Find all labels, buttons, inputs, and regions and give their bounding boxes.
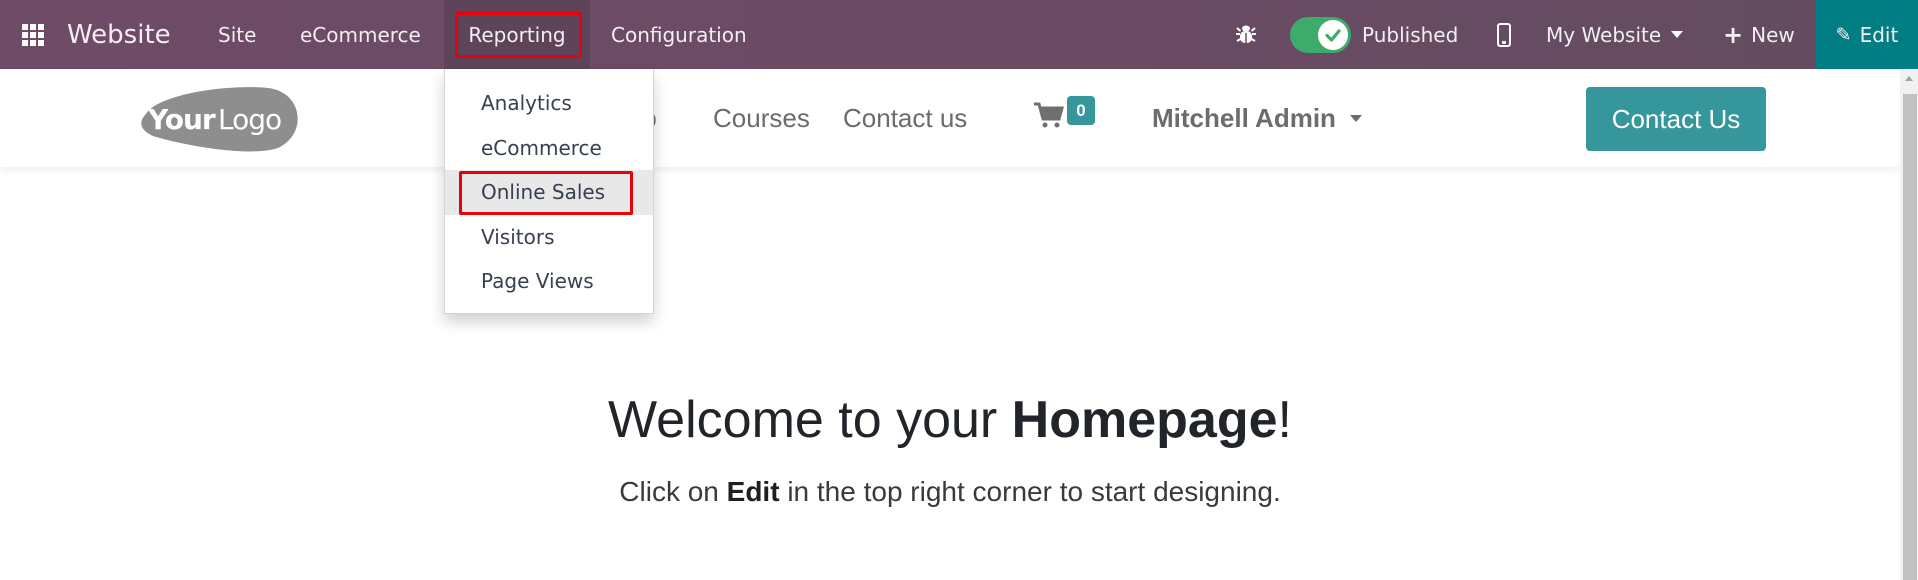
website-header: Your Logo Shop Courses Contact us 0 Mitc… xyxy=(0,69,1900,167)
debug-button[interactable] xyxy=(1236,0,1258,69)
nav-courses[interactable]: Courses xyxy=(713,69,810,167)
site-logo[interactable]: Your Logo xyxy=(138,84,304,154)
user-name: Mitchell Admin xyxy=(1152,102,1336,133)
hero-sub-text: Click on xyxy=(619,476,727,507)
pencil-icon: ✎ xyxy=(1835,23,1852,46)
hero-sub-suffix: in the top right corner to start designi… xyxy=(779,476,1281,507)
website-selector-label: My Website xyxy=(1546,22,1662,47)
caret-down-icon xyxy=(1671,31,1684,38)
contact-us-button[interactable]: Contact Us xyxy=(1586,87,1766,151)
scrollbar-thumb[interactable] xyxy=(1903,94,1917,580)
toggle-track xyxy=(1290,16,1351,53)
dropdown-item-visitors[interactable]: Visitors xyxy=(445,215,653,260)
menu-configuration[interactable]: Configuration xyxy=(611,0,747,69)
highlight-box xyxy=(459,171,633,215)
dropdown-item-label: Analytics xyxy=(481,91,572,116)
app-brand[interactable]: Website xyxy=(67,0,171,69)
published-toggle[interactable] xyxy=(1290,0,1351,69)
scroll-up-arrow-icon[interactable] xyxy=(1905,76,1913,81)
dropdown-item-label: eCommerce xyxy=(481,135,602,160)
edit-button-label: Edit xyxy=(1859,22,1899,47)
new-button[interactable]: + New xyxy=(1723,0,1795,69)
cart-count-badge: 0 xyxy=(1067,96,1095,125)
dropdown-item-online-sales[interactable]: Online Sales xyxy=(445,170,653,215)
check-icon xyxy=(1318,19,1348,50)
caret-down-icon xyxy=(1349,114,1362,122)
mobile-preview-button[interactable] xyxy=(1497,0,1515,69)
edit-button[interactable]: ✎ Edit xyxy=(1816,0,1918,69)
cart-button[interactable] xyxy=(1034,101,1064,131)
page-scrollbar[interactable] xyxy=(1900,69,1918,580)
website-selector[interactable]: My Website xyxy=(1546,0,1684,69)
user-menu[interactable]: Mitchell Admin xyxy=(1152,69,1362,167)
hero-sub-bold: Edit xyxy=(726,476,780,507)
mobile-phone-icon xyxy=(1497,22,1511,47)
hero-title-suffix: ! xyxy=(1277,391,1292,449)
odoo-navbar: Website Site eCommerce Reporting Configu… xyxy=(0,0,1918,69)
menu-ecommerce[interactable]: eCommerce xyxy=(300,0,421,69)
dropdown-item-ecommerce[interactable]: eCommerce xyxy=(445,126,653,171)
logo-image: Your Logo xyxy=(141,87,298,152)
dropdown-item-analytics[interactable]: Analytics xyxy=(445,81,653,126)
reporting-dropdown: Analytics eCommerce Online Sales Visitor… xyxy=(444,69,654,314)
nav-contact-us[interactable]: Contact us xyxy=(843,69,967,167)
highlight-box xyxy=(455,12,582,58)
plus-icon: + xyxy=(1723,20,1744,49)
dropdown-item-label: Visitors xyxy=(481,224,555,249)
dropdown-item-page-views[interactable]: Page Views xyxy=(445,259,653,304)
menu-site[interactable]: Site xyxy=(218,0,256,69)
hero-title: Welcome to your Homepage! xyxy=(0,390,1900,450)
published-label[interactable]: Published xyxy=(1362,0,1458,69)
apps-grid-icon xyxy=(22,23,44,46)
svg-text:Logo: Logo xyxy=(218,103,281,136)
dropdown-item-label: Page Views xyxy=(481,269,594,294)
hero-title-bold: Homepage xyxy=(1011,391,1278,449)
new-button-label: New xyxy=(1751,22,1795,47)
apps-menu-button[interactable] xyxy=(22,0,46,69)
svg-text:Your: Your xyxy=(147,103,216,136)
shopping-cart-icon xyxy=(1034,102,1064,128)
menu-reporting[interactable]: Reporting xyxy=(444,0,590,69)
hero-title-text: Welcome to your xyxy=(608,391,1012,449)
bug-icon xyxy=(1236,25,1256,43)
hero-subtitle: Click on Edit in the top right corner to… xyxy=(0,476,1900,508)
